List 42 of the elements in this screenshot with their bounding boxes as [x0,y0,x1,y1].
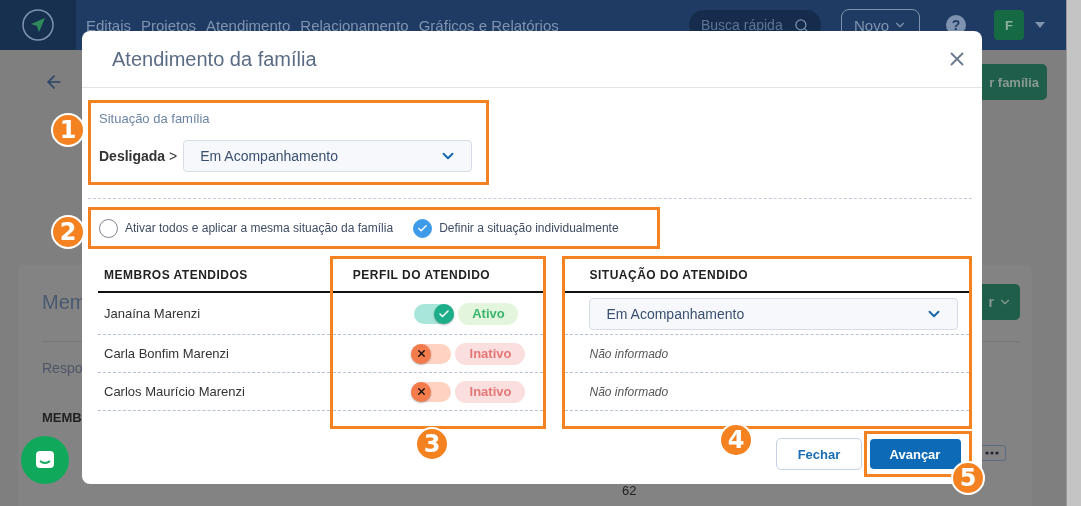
table-cell: Janaína Marenzi [98,293,330,335]
nav-link[interactable]: Gráficos e Relatórios [418,16,559,34]
check-icon [417,222,429,234]
table-cell: Não informado [589,384,669,399]
field-label: Situação da família [99,111,211,126]
status-pill: Ativo [458,302,519,325]
status-select[interactable]: Em Acompanhamento [589,297,959,330]
step-badge: 1 [51,113,85,147]
scrollbar[interactable] [1066,0,1081,506]
column-header: SITUAÇÃO DO ATENDIDO [565,259,969,293]
radio-option[interactable]: Ativar todos e aplicar a mesma situação da família [99,218,394,238]
close-button[interactable]: Fechar [776,438,862,470]
nav-link[interactable]: Relacionamento [300,16,409,34]
nav-link[interactable]: Atendimento [206,16,291,34]
status-select[interactable]: Em Acompanhamento [183,140,473,172]
column-header: PERFIL DO ATENDIDO [332,259,544,293]
dialog-title: Atendimento da família [112,47,317,71]
search-icon [793,17,809,33]
more-icon [985,451,999,455]
status-pill: Inativo [455,380,526,403]
table-cell: Carla Bonfim Marenzi [98,335,330,373]
caret-icon[interactable] [1034,21,1046,29]
user-avatar[interactable]: F [994,10,1024,40]
table-cell: Não informado [589,346,669,361]
table-cell: Carlos Maurício Marenzi [98,373,330,411]
next-button[interactable]: Avançar [869,439,961,469]
nav-link[interactable]: Editais [86,16,132,34]
step-badge: 2 [51,215,85,249]
age-text: 62 [622,483,637,498]
column-header: MEMBROS ATENDIDOS [98,259,330,293]
cross-icon [415,348,427,359]
radio-option[interactable]: Definir a situação individualmente [413,218,619,238]
previous-status: Desligada > [99,148,178,164]
toggle-switch[interactable] [411,381,452,402]
nav-link[interactable]: Projetos [141,16,197,34]
status-pill: Inativo [455,342,526,365]
check-icon [438,307,451,320]
toggle-switch[interactable] [414,303,455,324]
column-heading: MEMB [42,410,83,425]
cross-icon [415,386,427,397]
logo-icon [22,9,54,41]
toggle-switch[interactable] [411,343,452,364]
